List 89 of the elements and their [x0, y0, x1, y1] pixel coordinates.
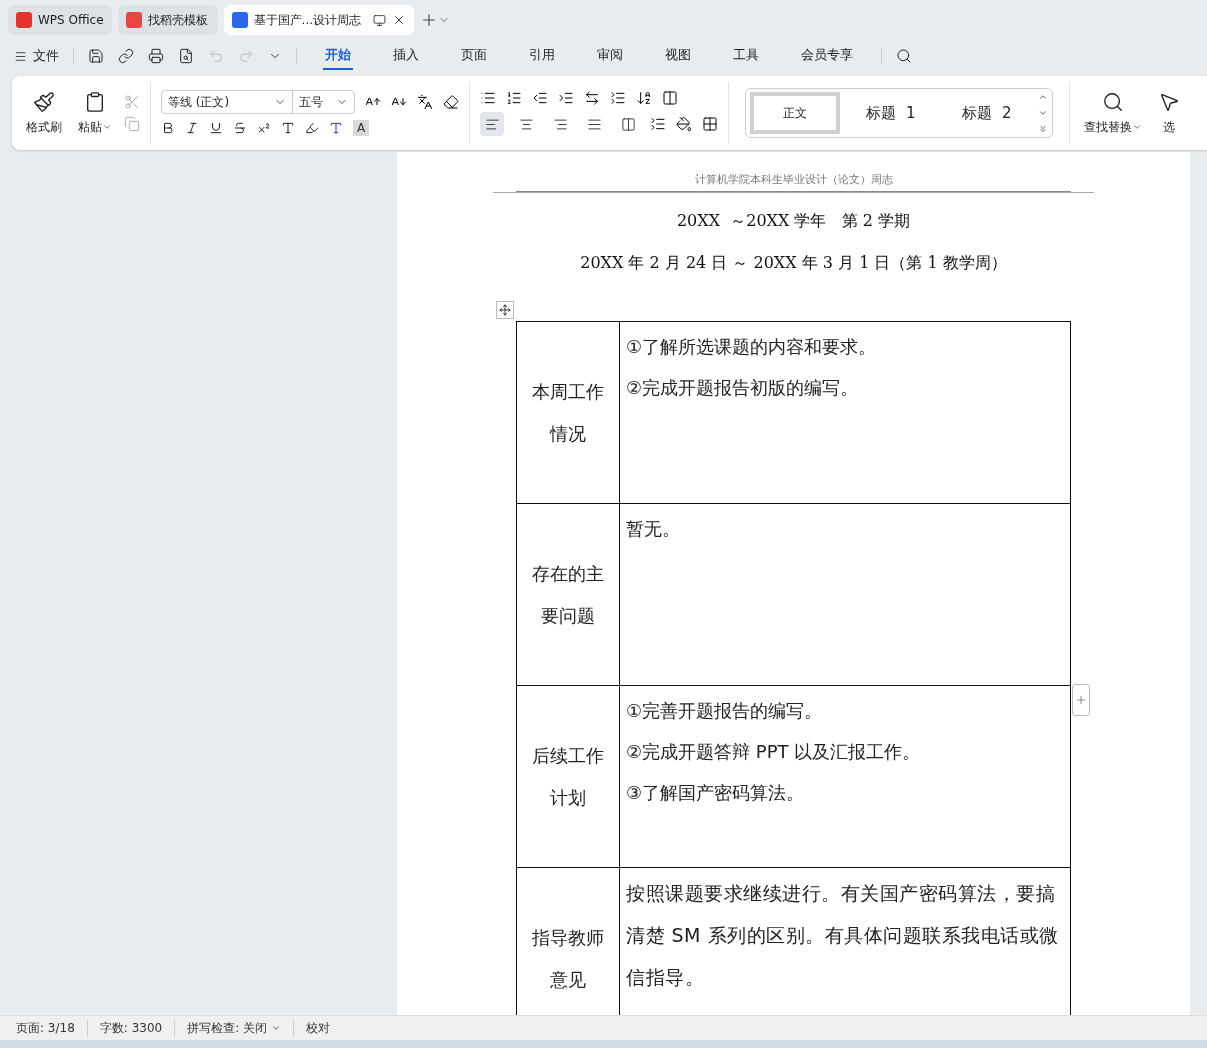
underline-icon [209, 121, 223, 135]
character-shading-button[interactable]: A [353, 120, 369, 136]
align-right-icon [552, 116, 568, 132]
print-icon [148, 48, 164, 64]
list-item: 暂无。 [626, 517, 681, 541]
monitor-icon [372, 13, 386, 27]
superscript-icon [257, 121, 271, 135]
fill-icon [676, 116, 692, 132]
scroll-down-icon [1038, 108, 1048, 118]
bullet-list-icon [480, 90, 496, 106]
undo-icon [208, 48, 224, 64]
paintbrush-icon [33, 90, 55, 113]
row-heading: 本周工作 [532, 379, 604, 404]
ribbon-tab[interactable]: 视图 [663, 42, 693, 70]
app-logo-icon [16, 12, 32, 28]
justify-icon [586, 116, 602, 132]
sort-icon [636, 90, 652, 106]
menu-icon [14, 49, 27, 63]
italic-icon [185, 121, 199, 135]
phonetic-icon [417, 94, 433, 110]
select-button[interactable]: 选 [1154, 90, 1184, 136]
ribbon-tab[interactable]: 工具 [731, 42, 761, 70]
find-replace-button[interactable]: 查找替换 [1080, 90, 1146, 136]
paste-button[interactable]: 粘贴 [74, 90, 116, 136]
app-logo-icon [125, 12, 142, 28]
document-tab[interactable]: 找稻壳模板 [117, 5, 218, 35]
format-painter-button[interactable]: 格式刷 [22, 90, 66, 136]
ribbon-tab[interactable]: 页面 [459, 42, 489, 70]
char-spacing-icon [584, 90, 600, 106]
ribbon-tab[interactable]: 插入 [391, 42, 421, 70]
row-heading: 后续工作 [532, 743, 604, 768]
title-line: 20XX ～20XX 学年 第 2 学期 [676, 210, 911, 232]
font-color-icon [329, 121, 343, 135]
status-item[interactable]: 拼写检查: 关闭 [174, 1019, 294, 1037]
print-preview-icon [178, 48, 194, 64]
row-heading: 计划 [550, 785, 586, 810]
status-item[interactable]: 字数: 3300 [86, 1019, 175, 1037]
status-item[interactable]: 页面: 3/18 [16, 1019, 87, 1037]
list-item: ①完善开题报告的编写。 [626, 699, 824, 723]
align-left-icon [484, 116, 500, 132]
columns-icon [662, 90, 678, 106]
outdent-icon [532, 90, 548, 106]
status-item[interactable]: 校对 [293, 1019, 343, 1037]
eraser-icon [443, 94, 459, 110]
ribbon-tab[interactable]: 会员专享 [799, 42, 855, 70]
align-center-icon [518, 116, 534, 132]
page-header: 计算机学院本科生毕业设计（论文）周志 [694, 172, 893, 187]
strikethrough-icon [233, 121, 247, 135]
borders-icon [702, 116, 718, 132]
app-logo-icon [231, 12, 248, 28]
clipboard-icon [84, 90, 106, 113]
scissors-icon [124, 94, 140, 110]
search-icon [1102, 90, 1124, 113]
list-item: ③了解国产密码算法。 [626, 781, 806, 805]
document-tab[interactable]: 基于国产...设计周志 [223, 5, 414, 35]
style-option[interactable]: 正文 [750, 92, 840, 134]
row-heading: 存在的主 [532, 561, 604, 586]
scroll-up-icon [1038, 92, 1048, 102]
indent-icon [558, 90, 574, 106]
row-heading: 意见 [550, 967, 586, 992]
row-heading: 要问题 [541, 603, 595, 628]
copy-icon [124, 116, 140, 132]
align-button[interactable] [480, 112, 504, 136]
highlighter-icon [305, 121, 319, 135]
plus-icon [1075, 694, 1087, 706]
comment-text: 按照课题要求继续进行。有关国产密码算法，要搞清楚 SM 系列的区别。有具体问题联系我电话或微信指导。 [626, 881, 1060, 990]
ribbon-tab[interactable]: 开始 [323, 42, 353, 70]
link-icon [118, 48, 134, 64]
list-item: ②完成开题报告初版的编写。 [626, 376, 860, 400]
numbered-list-icon [506, 90, 522, 106]
save-icon [88, 48, 104, 64]
dropdown-icon [102, 122, 112, 132]
title-line: 20XX 年 2 月 24 日 ～ 20XX 年 3 月 1 日（第 1 教学周） [580, 252, 1007, 274]
row-heading: 指导教师 [532, 925, 604, 950]
search-icon [896, 48, 912, 64]
text-effect-icon [281, 121, 295, 135]
file-menu[interactable]: 文件 [14, 47, 59, 65]
ribbon-tab[interactable]: 审阅 [595, 42, 625, 70]
bold-icon [161, 121, 175, 135]
row-heading: 情况 [550, 421, 586, 446]
list-item: ①了解所选课题的内容和要求。 [626, 335, 878, 359]
document-tab[interactable]: WPS Office [8, 5, 112, 35]
add-row-button[interactable] [1072, 684, 1090, 716]
list-item: ②完成开题答辩 PPT 以及汇报工作。 [626, 740, 922, 764]
ribbon-tab[interactable]: 引用 [527, 42, 557, 70]
redo-icon [238, 48, 254, 64]
move-handle-icon[interactable] [496, 301, 514, 319]
dropdown-icon [1132, 122, 1142, 132]
expand-icon [1038, 124, 1048, 134]
